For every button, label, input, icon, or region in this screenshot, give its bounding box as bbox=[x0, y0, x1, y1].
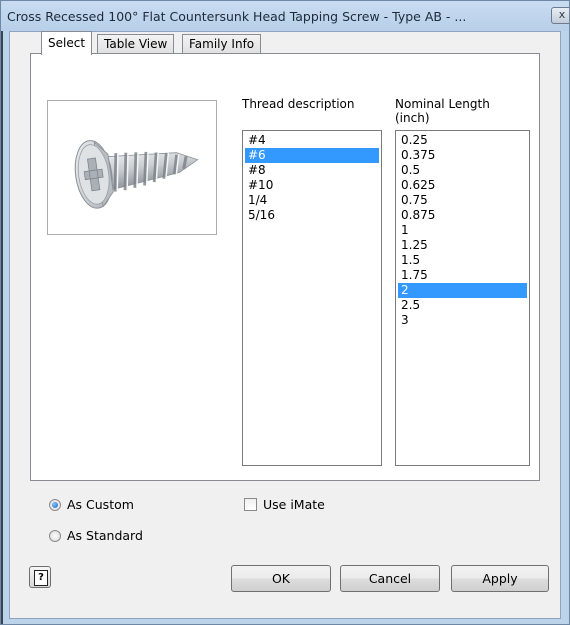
list-item[interactable]: 0.625 bbox=[398, 178, 527, 193]
thread-description-list[interactable]: #4 #6 #8 #10 1/4 5/16 bbox=[242, 130, 382, 466]
list-item[interactable]: 2.5 bbox=[398, 298, 527, 313]
nominal-length-header-line2: (inch) bbox=[395, 111, 430, 125]
apply-button[interactable]: Apply bbox=[451, 565, 549, 592]
list-item[interactable]: 0.875 bbox=[398, 208, 527, 223]
close-button[interactable]: x bbox=[551, 7, 569, 24]
close-icon: x bbox=[558, 8, 566, 21]
list-item[interactable]: 1/4 bbox=[245, 193, 379, 208]
help-icon: ? bbox=[34, 570, 48, 586]
as-standard-radio[interactable] bbox=[49, 529, 61, 542]
window-left-edge bbox=[1, 31, 3, 624]
list-item[interactable]: 1.5 bbox=[398, 253, 527, 268]
dialog-window: Cross Recessed 100° Flat Countersunk Hea… bbox=[0, 0, 570, 625]
list-item[interactable]: 5/16 bbox=[245, 208, 379, 223]
tab-family-info[interactable]: Family Info bbox=[182, 34, 262, 53]
nominal-length-header-line1: Nominal Length bbox=[395, 97, 490, 111]
use-imate-option[interactable]: Use iMate bbox=[244, 497, 325, 512]
screw-image bbox=[74, 140, 199, 209]
as-custom-label: As Custom bbox=[67, 497, 134, 512]
help-button[interactable]: ? bbox=[29, 566, 51, 588]
nominal-length-header: Nominal Length (inch) bbox=[395, 97, 490, 125]
as-custom-option[interactable]: As Custom bbox=[49, 497, 134, 512]
list-item[interactable]: 3 bbox=[398, 313, 527, 328]
cancel-button[interactable]: Cancel bbox=[340, 565, 440, 592]
tab-table-view[interactable]: Table View bbox=[97, 34, 175, 53]
tab-family-info-label: Family Info bbox=[189, 37, 255, 51]
ok-button[interactable]: OK bbox=[231, 565, 331, 592]
window-title: Cross Recessed 100° Flat Countersunk Hea… bbox=[7, 9, 467, 24]
list-item[interactable]: 2 bbox=[398, 283, 527, 298]
thread-description-header: Thread description bbox=[242, 97, 355, 111]
list-item[interactable]: #4 bbox=[245, 133, 379, 148]
as-standard-label: As Standard bbox=[67, 528, 143, 543]
part-preview bbox=[47, 100, 217, 235]
tab-table-view-label: Table View bbox=[104, 37, 168, 51]
list-item[interactable]: 0.375 bbox=[398, 148, 527, 163]
title-bar[interactable]: Cross Recessed 100° Flat Countersunk Hea… bbox=[1, 1, 569, 31]
as-custom-radio[interactable] bbox=[49, 498, 61, 511]
list-item[interactable]: #6 bbox=[245, 148, 379, 163]
list-item[interactable]: #8 bbox=[245, 163, 379, 178]
tab-select[interactable]: Select bbox=[41, 31, 93, 55]
list-item[interactable]: 0.25 bbox=[398, 133, 527, 148]
list-item[interactable]: 1.75 bbox=[398, 268, 527, 283]
list-item[interactable]: 1.25 bbox=[398, 238, 527, 253]
use-imate-label: Use iMate bbox=[263, 497, 325, 512]
use-imate-checkbox[interactable] bbox=[244, 498, 257, 511]
as-standard-option[interactable]: As Standard bbox=[49, 528, 143, 543]
list-item[interactable]: 0.5 bbox=[398, 163, 527, 178]
list-item[interactable]: 1 bbox=[398, 223, 527, 238]
list-item[interactable]: 0.75 bbox=[398, 193, 527, 208]
nominal-length-list[interactable]: 0.25 0.375 0.5 0.625 0.75 0.875 1 1.25 1… bbox=[395, 130, 530, 466]
list-item[interactable]: #10 bbox=[245, 178, 379, 193]
tab-select-label: Select bbox=[48, 36, 86, 50]
